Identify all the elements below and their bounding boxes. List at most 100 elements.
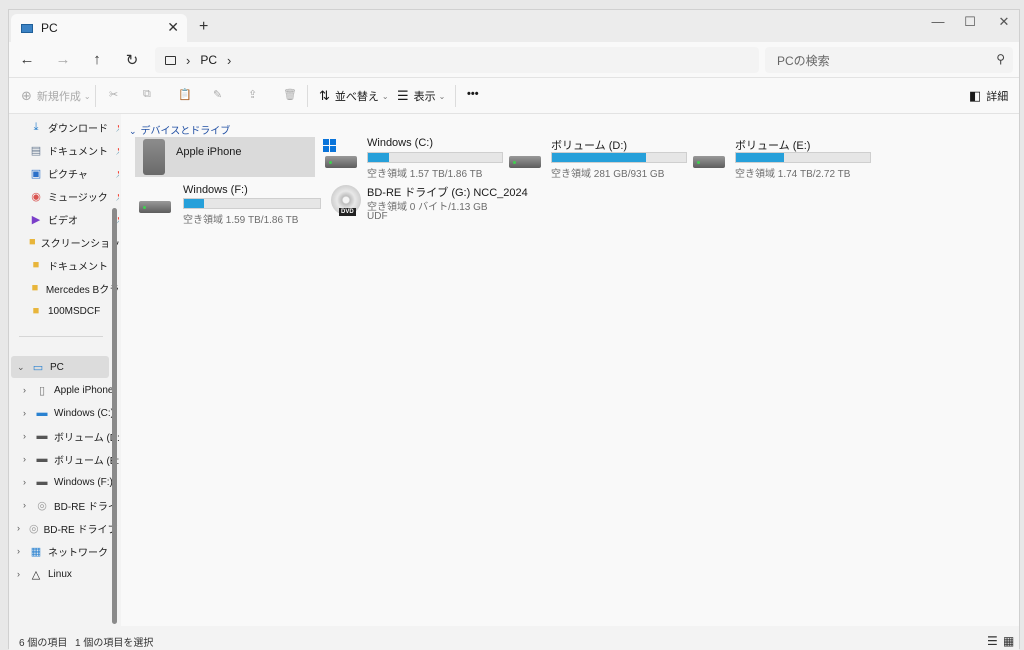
device-tile-drive-c[interactable]: Windows (C:) 空き領域 1.57 TB/1.86 TB — [321, 137, 503, 180]
chevron-down-icon[interactable]: ⌄ — [17, 362, 25, 373]
view-icon: ☰ — [397, 88, 409, 103]
navigation-pane: ⤓ ダウンロード 📌 ▤ ドキュメント 📌 ▣ ピクチャ 📌 ◉ ミュージック … — [9, 114, 119, 626]
up-button[interactable]: ↑ — [87, 51, 107, 68]
device-tile-drive-e[interactable]: ボリューム (E:) 空き領域 1.74 TB/2.72 TB — [689, 137, 871, 180]
delete-icon[interactable]: 🗑 — [283, 88, 297, 101]
copy-icon[interactable]: ⧉ — [143, 88, 151, 101]
plus-circle-icon: ⊕ — [21, 88, 32, 103]
maximize-button[interactable]: ☐ — [955, 14, 985, 30]
pictures-icon: ▣ — [30, 167, 42, 180]
chevron-right-icon[interactable]: › — [17, 546, 20, 556]
sort-button[interactable]: ⇅ 並べ替え ⌄ — [319, 88, 389, 104]
pin-icon[interactable]: 📌 — [116, 191, 119, 202]
tab-title: PC — [41, 21, 58, 35]
device-tile-drive-f[interactable]: Windows (F:) 空き領域 1.59 TB/1.86 TB — [135, 182, 321, 226]
explorer-window: PC ✕ + — ☐ ✕ ← → ↑ ↻ › PC › PCの検索 ⚲ ⊕ 新規… — [8, 9, 1020, 650]
sidebar-scrollbar[interactable] — [112, 208, 117, 624]
tiles-view-icon[interactable]: ▦ — [1003, 634, 1014, 648]
tab-pc[interactable]: PC ✕ — [11, 14, 187, 42]
sidebar-item-bd-drive-g[interactable]: › ◎ BD-RE ドライブ (G — [17, 517, 119, 539]
breadcrumb[interactable]: PC — [200, 53, 217, 67]
divider — [95, 85, 96, 107]
pin-icon[interactable]: 📌 — [116, 145, 119, 156]
device-tile-bd-drive[interactable]: DVD BD-RE ドライブ (G:) NCC_2024 空き領域 0 バイト/… — [321, 182, 528, 228]
refresh-button[interactable]: ↻ — [122, 51, 142, 69]
chevron-right-icon[interactable]: › — [23, 500, 26, 510]
details-button[interactable]: ◧ 詳細 — [969, 88, 1008, 104]
item-count: 6 個の項目 — [19, 638, 68, 649]
search-box[interactable]: PCの検索 ⚲ — [765, 47, 1013, 73]
sidebar-item-linux[interactable]: › △ Linux — [17, 563, 119, 585]
sidebar-item-music[interactable]: ◉ ミュージック 📌 — [29, 185, 119, 207]
more-options-button[interactable]: ••• — [467, 88, 479, 100]
chevron-down-icon: ⌄ — [83, 91, 91, 101]
sort-icon: ⇅ — [319, 88, 330, 103]
sidebar-item-mercedes[interactable]: ■ Mercedes Bクラス — [29, 277, 119, 299]
back-button[interactable]: ← — [17, 51, 37, 68]
paste-icon[interactable]: 📋 — [178, 88, 192, 101]
minimize-button[interactable]: — — [923, 14, 953, 29]
sidebar-item-pictures[interactable]: ▣ ピクチャ 📌 — [29, 162, 119, 184]
divider — [19, 336, 103, 337]
sidebar-item-drive-d[interactable]: › ▬ ボリューム (D:) — [23, 425, 119, 447]
sidebar-item-drive-f[interactable]: › ▬ Windows (F:) — [23, 471, 119, 493]
sidebar-item-drive-e[interactable]: › ▬ ボリューム (E:) — [23, 448, 119, 470]
chevron-right-icon[interactable]: › — [23, 454, 26, 464]
sidebar-item-pc[interactable]: ⌄ ▭ PC — [11, 356, 109, 378]
sidebar-item-bd-drive[interactable]: › ◎ BD-RE ドライブ ( — [23, 494, 119, 516]
chevron-right-icon[interactable]: › — [17, 523, 20, 533]
usage-bar — [551, 152, 687, 163]
sidebar-item-100msdcf[interactable]: ■ 100MSDCF — [29, 300, 119, 322]
view-button[interactable]: ☰ 表示 ⌄ — [397, 88, 445, 104]
tab-close-icon[interactable]: ✕ — [167, 19, 179, 36]
disc-icon: ◎ — [29, 522, 39, 535]
sidebar-item-network[interactable]: › ▦ ネットワーク — [17, 540, 119, 562]
drive-icon: ▬ — [36, 453, 48, 465]
group-header-devices[interactable]: ⌄ デバイスとドライブ — [129, 122, 230, 137]
forward-button[interactable]: → — [53, 51, 73, 68]
chevron-right-icon[interactable]: › — [17, 569, 20, 579]
device-tile-drive-d[interactable]: ボリューム (D:) 空き領域 281 GB/931 GB — [505, 137, 687, 180]
chevron-right-icon[interactable]: › — [23, 477, 26, 487]
dvd-label-icon: DVD — [339, 208, 356, 216]
sidebar-item-downloads[interactable]: ⤓ ダウンロード 📌 — [29, 116, 119, 138]
pin-icon[interactable]: 📌 — [116, 168, 119, 179]
chevron-down-icon: ⌄ — [381, 91, 389, 101]
sidebar-item-screenshots[interactable]: ■ スクリーンショット — [29, 231, 119, 253]
sidebar-item-documents[interactable]: ▤ ドキュメント 📌 — [29, 139, 119, 161]
pin-icon[interactable]: 📌 — [116, 122, 119, 133]
usage-bar — [367, 152, 503, 163]
close-window-button[interactable]: ✕ — [989, 14, 1019, 30]
chevron-right-icon[interactable]: › — [227, 53, 231, 68]
sidebar-item-videos[interactable]: ▶ ビデオ 📌 — [29, 208, 119, 230]
new-tab-button[interactable]: + — [199, 18, 208, 36]
linux-icon: △ — [31, 568, 41, 581]
details-view-icon[interactable]: ☰ — [987, 634, 998, 648]
content-pane: ⌄ デバイスとドライブ Apple iPhone Windows (C:) 空き領… — [121, 114, 1019, 626]
chevron-right-icon: › — [186, 52, 191, 68]
address-bar[interactable]: › PC › — [155, 47, 759, 73]
drive-icon — [325, 156, 357, 168]
device-tile-iphone[interactable]: Apple iPhone — [135, 137, 315, 177]
video-icon: ▶ — [31, 213, 41, 226]
chevron-right-icon[interactable]: › — [23, 431, 26, 441]
chevron-right-icon[interactable]: › — [23, 408, 26, 418]
sidebar-item-drive-c[interactable]: › ▬ Windows (C:) — [23, 402, 119, 424]
title-bar: PC ✕ + — ☐ ✕ — [9, 10, 1019, 42]
search-input[interactable]: PCの検索 — [777, 52, 830, 69]
sidebar-item-documents-folder[interactable]: ■ ドキュメント — [29, 254, 119, 276]
drive-icon: ▬ — [36, 476, 48, 488]
monitor-icon — [165, 55, 176, 65]
drive-icon: ▬ — [36, 430, 48, 442]
chevron-right-icon[interactable]: › — [23, 385, 26, 395]
usage-bar — [735, 152, 871, 163]
search-icon[interactable]: ⚲ — [996, 52, 1005, 66]
rename-icon[interactable]: ✎ — [213, 88, 222, 101]
cut-icon[interactable]: ✂ — [109, 88, 118, 101]
new-button[interactable]: ⊕ 新規作成 ⌄ — [21, 88, 91, 104]
drive-icon — [509, 156, 541, 168]
sidebar-item-iphone[interactable]: › ▯ Apple iPhone — [23, 379, 119, 401]
divider — [307, 85, 308, 107]
share-icon[interactable]: ⇪ — [248, 88, 257, 101]
chevron-down-icon: ⌄ — [438, 91, 446, 101]
